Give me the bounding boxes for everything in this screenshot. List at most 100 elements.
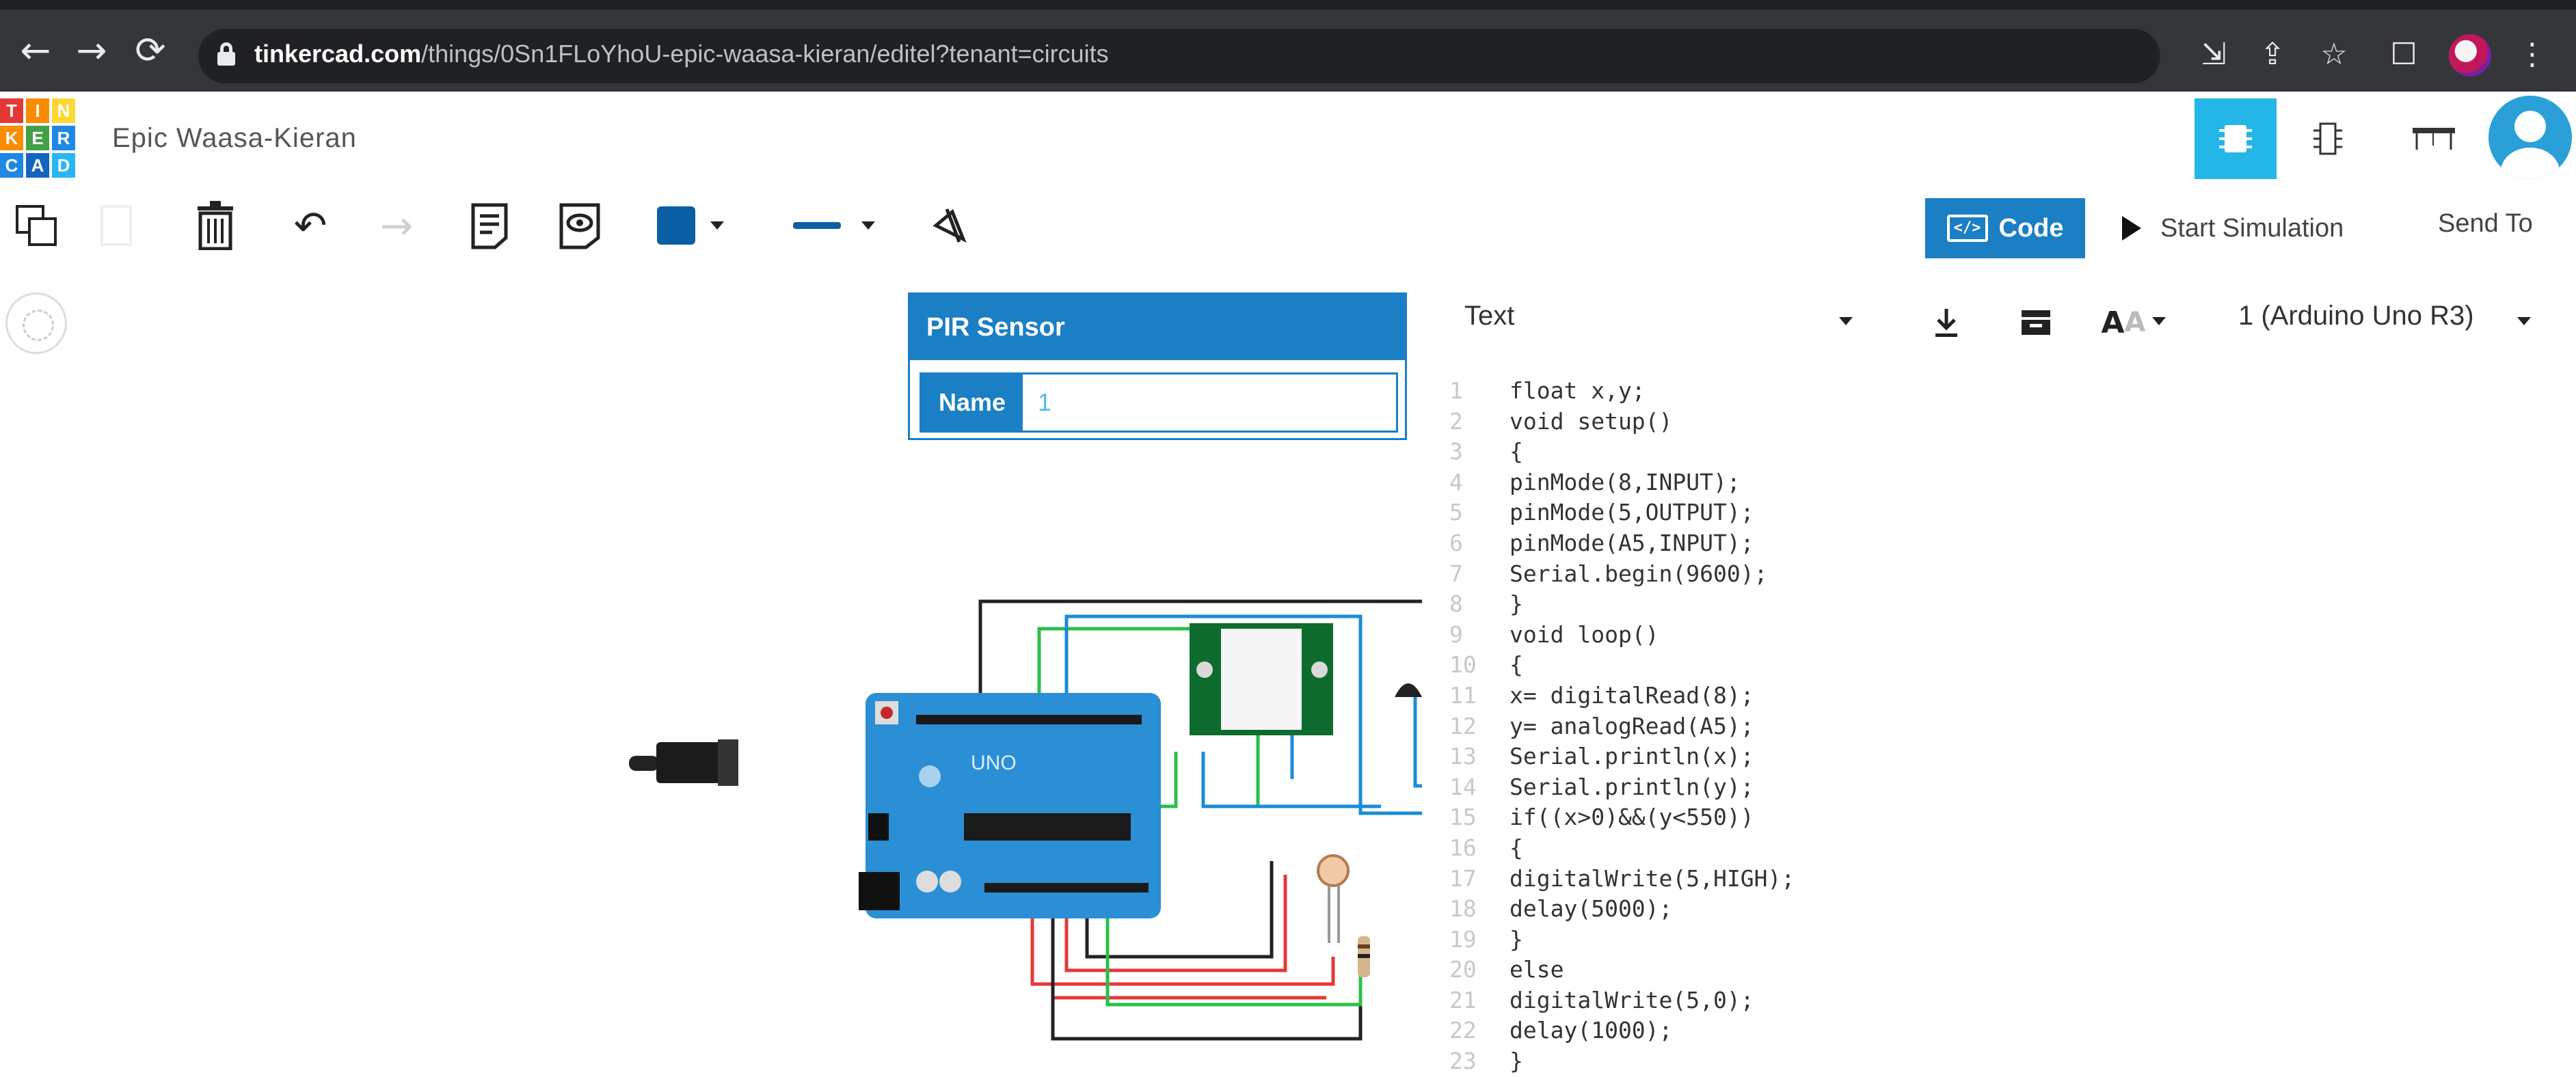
wire[interactable] [1105,916,1363,1007]
reload-icon[interactable]: ⟳ [130,30,171,71]
code-text[interactable]: pinMode(8,INPUT); [1510,467,1741,498]
usb-cable[interactable] [629,739,738,786]
name-input[interactable] [1023,374,1396,431]
code-text[interactable]: } [1510,925,1523,955]
code-text[interactable]: delay(1000); [1510,1015,1672,1046]
line-number: 19 [1449,925,1477,953]
code-line[interactable]: 16 { [1449,833,2557,864]
fit-view-button[interactable] [5,292,67,354]
resistor[interactable] [1358,936,1370,977]
bookmark-star-icon[interactable]: ☆ [2315,36,2353,74]
mode-dropdown-caret-icon[interactable] [1839,317,1853,325]
line-number: 3 [1449,438,1463,465]
code-line[interactable]: 3{ [1449,437,2557,467]
code-line[interactable]: 23} [1449,1046,2557,1077]
share-icon[interactable]: ⇪ [2253,36,2292,74]
code-text[interactable]: pinMode(5,OUTPUT); [1510,497,1754,528]
code-text[interactable]: void loop() [1510,620,1659,651]
design-title[interactable]: Epic Waasa-Kieran [112,123,357,154]
code-line[interactable]: 8} [1449,589,2557,620]
code-text[interactable]: } [1510,589,1523,620]
code-line[interactable]: 6 pinMode(A5,INPUT); [1449,528,2557,559]
schematic-view-button[interactable] [2287,98,2370,179]
photoresistor[interactable] [1317,854,1350,943]
code-line[interactable]: 19} [1449,925,2557,955]
toggle-notes-visibility-icon[interactable] [552,198,607,253]
undo-icon[interactable]: ↶ [283,198,338,253]
code-text[interactable]: delay(5000); [1510,894,1672,925]
font-size-icon[interactable]: AA [2096,303,2151,342]
code-editor[interactable]: 1 float x,y; 2 void setup() 3{4 pinMode(8,INP… [1449,376,2557,1077]
code-line[interactable]: 1 float x,y; [1449,376,2557,407]
code-text[interactable]: float x,y; [1510,376,1646,407]
code-line[interactable]: 13 Serial.println(x); [1449,741,2557,772]
code-line[interactable]: 15 if((x>0)&&(y<550)) [1449,802,2557,833]
code-editor-icon: </> [1946,215,1988,242]
copy-icon[interactable] [12,198,60,253]
code-text[interactable]: digitalWrite(5,HIGH); [1510,864,1795,895]
url-text[interactable]: tinkercad.com/things/0Sn1FLoYhoU-epic-wa… [254,40,1109,68]
code-line[interactable]: 14 Serial.println(y); [1449,772,2557,803]
code-line[interactable]: 2 void setup() [1449,407,2557,437]
window-icon[interactable]: ☐ [2385,36,2423,74]
code-text[interactable]: y= analogRead(A5); [1510,711,1754,742]
code-line[interactable]: 5 pinMode(5,OUTPUT); [1449,497,2557,528]
install-app-icon[interactable]: ⇲ [2195,36,2233,74]
flip-icon[interactable] [926,198,974,253]
arduino-uno-board[interactable]: UNO [859,693,1161,918]
code-line[interactable]: 9 void loop() [1449,620,2557,651]
browser-profile-avatar[interactable] [2449,34,2491,77]
forward-icon[interactable]: → [71,30,112,71]
circuit-view-button[interactable] [2195,98,2277,179]
temperature-sensor[interactable] [1395,683,1422,697]
wire[interactable] [1051,909,1363,1041]
device-select[interactable]: 1 (Arduino Uno R3) [2238,301,2474,331]
code-text[interactable]: x= digitalRead(8); [1510,681,1754,711]
notes-icon[interactable] [462,198,517,253]
wire-type-picker[interactable] [786,198,882,253]
back-icon[interactable]: ← [15,30,56,71]
code-text[interactable]: { [1510,650,1523,681]
code-text[interactable]: digitalWrite(5,0); [1510,985,1754,1016]
circuit-canvas[interactable]: UNO [615,588,1422,1052]
browser-menu-icon[interactable]: ⋮ [2513,36,2551,74]
code-line[interactable]: 12 y= analogRead(A5); [1449,711,2557,742]
tinkercad-logo[interactable]: T I N K E R C A D [0,98,77,179]
send-to-button[interactable]: Send To [2438,209,2533,238]
code-line[interactable]: 21 digitalWrite(5,0); [1449,985,2557,1016]
device-dropdown-caret-icon[interactable] [2517,317,2531,325]
delete-icon[interactable] [191,198,239,253]
code-line[interactable]: 22 delay(1000); [1449,1015,2557,1046]
wire[interactable] [1413,697,1422,788]
code-text[interactable]: void setup() [1510,407,1672,437]
code-text[interactable]: } [1510,1046,1523,1077]
paste-icon[interactable] [96,198,137,253]
redo-icon[interactable]: → [369,198,424,253]
user-avatar[interactable] [2488,96,2572,179]
code-line[interactable]: 4 pinMode(8,INPUT); [1449,467,2557,498]
code-text[interactable]: Serial.println(y); [1510,772,1754,803]
code-line[interactable]: 20 else [1449,955,2557,985]
code-text[interactable]: Serial.println(x); [1510,741,1754,772]
code-text[interactable]: { [1510,833,1523,864]
code-line[interactable]: 17 digitalWrite(5,HIGH); [1449,864,2557,895]
component-list-button[interactable] [2393,98,2475,179]
download-icon[interactable] [1929,303,1963,342]
font-size-caret-icon[interactable] [2152,317,2166,325]
color-picker[interactable] [656,198,725,253]
pir-sensor[interactable] [1190,623,1333,735]
code-text[interactable]: if((x>0)&&(y<550)) [1510,802,1754,833]
code-mode-select[interactable]: Text [1464,301,1514,331]
code-line[interactable]: 11 x= digitalRead(8); [1449,681,2557,711]
code-text[interactable]: else [1510,955,1564,985]
code-line[interactable]: 10 { [1449,650,2557,681]
code-line[interactable]: 7 Serial.begin(9600); [1449,559,2557,590]
line-number: 13 [1449,743,1477,770]
code-text[interactable]: { [1510,437,1523,467]
start-simulation-button[interactable]: Start Simulation [2122,202,2344,254]
code-text[interactable]: Serial.begin(9600); [1510,559,1768,590]
code-line[interactable]: 18 delay(5000); [1449,894,2557,925]
code-text[interactable]: pinMode(A5,INPUT); [1510,528,1754,559]
code-button[interactable]: </> Code [1925,198,2085,258]
library-icon[interactable] [2017,303,2055,342]
